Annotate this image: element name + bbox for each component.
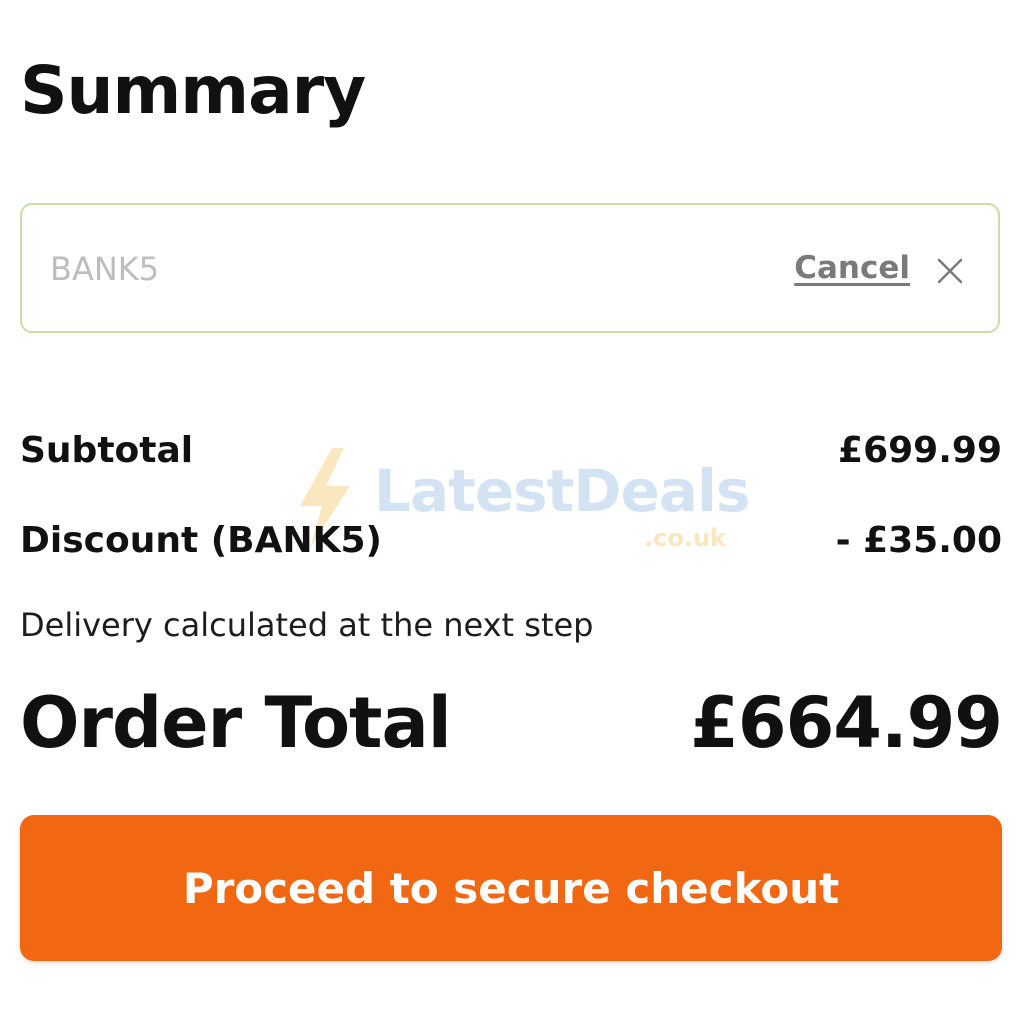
page-title: Summary [20, 52, 366, 129]
order-total-value: £664.99 [690, 682, 1003, 764]
subtotal-row: Subtotal £699.99 [20, 430, 1002, 471]
subtotal-value: £699.99 [838, 430, 1002, 471]
order-total-label: Order Total [20, 682, 452, 764]
close-icon[interactable] [936, 257, 964, 285]
subtotal-label: Subtotal [20, 430, 194, 471]
discount-label: Discount (BANK5) [20, 520, 383, 561]
coupon-input[interactable] [50, 243, 650, 295]
discount-value: - £35.00 [835, 520, 1002, 561]
proceed-to-checkout-button[interactable]: Proceed to secure checkout [20, 815, 1002, 961]
coupon-code-field: Cancel [20, 203, 1000, 333]
discount-row: Discount (BANK5) - £35.00 [20, 520, 1002, 561]
delivery-note: Delivery calculated at the next step [20, 606, 594, 644]
order-summary-panel: Summary Cancel LatestDeals .co.uk Subtot… [0, 0, 1024, 1009]
cancel-coupon-link[interactable]: Cancel [794, 250, 910, 287]
order-total-row: Order Total £664.99 [20, 682, 1003, 764]
